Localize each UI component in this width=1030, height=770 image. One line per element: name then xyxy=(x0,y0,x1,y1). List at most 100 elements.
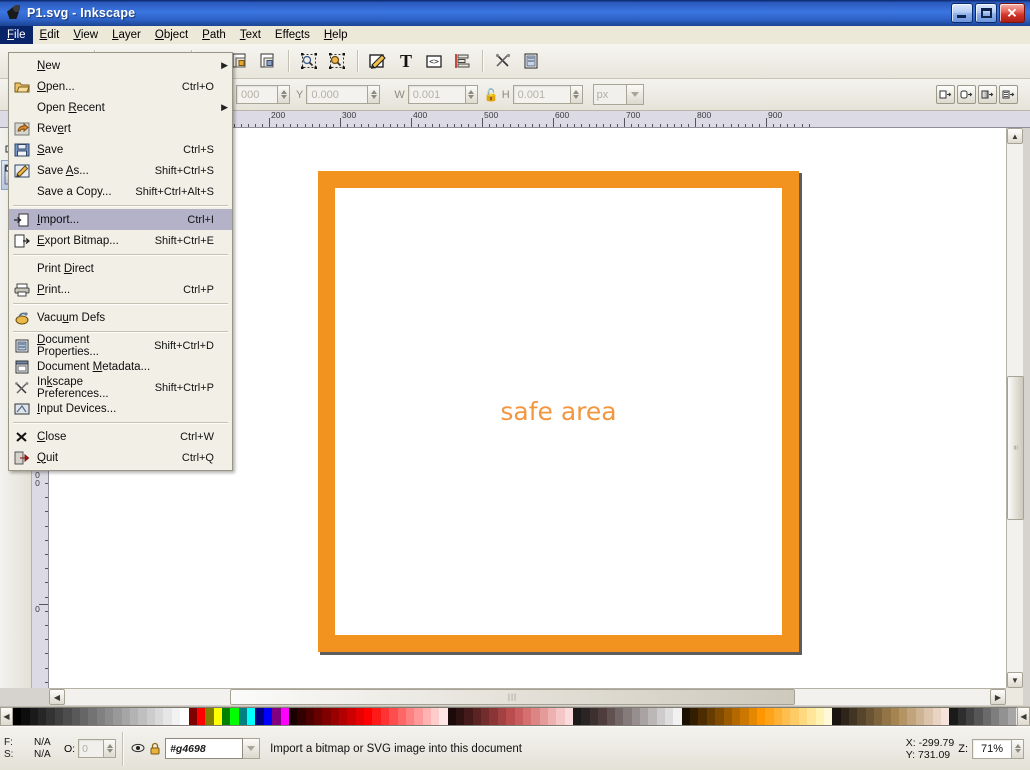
affect-corners-icon[interactable] xyxy=(957,85,976,104)
palette-swatch[interactable] xyxy=(657,708,665,725)
palette-swatch[interactable] xyxy=(515,708,523,725)
object-properties-icon[interactable] xyxy=(296,48,322,74)
w-spinner[interactable] xyxy=(466,85,478,104)
palette-swatch[interactable] xyxy=(790,708,798,725)
palette-swatch[interactable] xyxy=(983,708,991,725)
palette-swatch[interactable] xyxy=(180,708,188,725)
palette-swatch[interactable] xyxy=(991,708,999,725)
palette-swatch[interactable] xyxy=(882,708,890,725)
maximize-button[interactable] xyxy=(975,3,997,23)
palette-swatch[interactable] xyxy=(372,708,380,725)
palette-swatch[interactable] xyxy=(46,708,54,725)
file-menu-item-inkscape-preferences[interactable]: Inkscape Preferences...Shift+Ctrl+P xyxy=(9,377,232,398)
palette-swatch[interactable] xyxy=(590,708,598,725)
file-menu-item-input-devices[interactable]: Input Devices... xyxy=(9,398,232,419)
ungroup-icon[interactable] xyxy=(255,48,281,74)
palette-swatch[interactable] xyxy=(314,708,322,725)
menu-edit[interactable]: Edit xyxy=(33,26,67,44)
palette-swatch[interactable] xyxy=(498,708,506,725)
lock-aspect-icon[interactable]: 🔓 xyxy=(484,88,499,102)
x-input[interactable]: 000 xyxy=(236,85,278,104)
vertical-scroll-thumb[interactable]: ≡ xyxy=(1007,376,1024,520)
file-menu-item-close[interactable]: CloseCtrl+W xyxy=(9,426,232,447)
palette-swatch[interactable] xyxy=(347,708,355,725)
h-input[interactable]: 0.001 xyxy=(513,85,571,104)
safe-area-label[interactable]: safe area xyxy=(318,171,799,652)
palette-swatch[interactable] xyxy=(958,708,966,725)
xml-editor-pencil-icon[interactable] xyxy=(365,48,391,74)
opacity-spinner[interactable] xyxy=(104,739,116,758)
palette-swatch[interactable] xyxy=(1008,708,1016,725)
palette-swatch[interactable] xyxy=(765,708,773,725)
palette-swatch[interactable] xyxy=(255,708,263,725)
scroll-up-button[interactable]: ▲ xyxy=(1007,128,1023,144)
palette-swatch[interactable] xyxy=(105,708,113,725)
palette-swatch[interactable] xyxy=(289,708,297,725)
palette-swatch[interactable] xyxy=(398,708,406,725)
zoom-input[interactable]: 71% xyxy=(972,739,1012,759)
palette-swatch[interactable] xyxy=(523,708,531,725)
palette-swatch[interactable] xyxy=(698,708,706,725)
palette-swatch[interactable] xyxy=(88,708,96,725)
palette-swatch[interactable] xyxy=(849,708,857,725)
palette-swatch[interactable] xyxy=(749,708,757,725)
text-tool-icon[interactable]: T xyxy=(393,48,419,74)
palette-swatch[interactable] xyxy=(715,708,723,725)
palette-swatch[interactable] xyxy=(607,708,615,725)
close-button[interactable]: ✕ xyxy=(999,3,1025,23)
palette-swatch[interactable] xyxy=(548,708,556,725)
palette-swatch[interactable] xyxy=(807,708,815,725)
w-input[interactable]: 0.001 xyxy=(408,85,466,104)
palette-swatch[interactable] xyxy=(565,708,573,725)
palette-swatch[interactable] xyxy=(832,708,840,725)
palette-swatch[interactable] xyxy=(406,708,414,725)
palette-swatch[interactable] xyxy=(122,708,130,725)
palette-swatch[interactable] xyxy=(322,708,330,725)
palette-swatch[interactable] xyxy=(933,708,941,725)
palette-swatch[interactable] xyxy=(381,708,389,725)
file-menu-item-save-a-copy[interactable]: Save a Copy...Shift+Ctrl+Alt+S xyxy=(9,181,232,202)
x-spinner[interactable] xyxy=(278,85,290,104)
palette-swatch[interactable] xyxy=(264,708,272,725)
palette-swatch[interactable] xyxy=(581,708,589,725)
align-icon[interactable] xyxy=(449,48,475,74)
palette-swatch[interactable] xyxy=(130,708,138,725)
menu-path[interactable]: Path xyxy=(195,26,233,44)
scroll-left-button[interactable]: ◀ xyxy=(49,689,65,705)
horizontal-scroll-thumb[interactable]: ||| xyxy=(230,689,795,705)
menu-effects[interactable]: Effects xyxy=(268,26,317,44)
preferences-tools-icon[interactable] xyxy=(490,48,516,74)
file-menu-item-save-as[interactable]: Save As...Shift+Ctrl+S xyxy=(9,160,232,181)
palette-swatch[interactable] xyxy=(423,708,431,725)
menu-view[interactable]: View xyxy=(66,26,105,44)
palette-swatch[interactable] xyxy=(239,708,247,725)
palette-swatch[interactable] xyxy=(531,708,539,725)
affect-gradients-icon[interactable] xyxy=(978,85,997,104)
palette-swatch[interactable] xyxy=(774,708,782,725)
palette-swatch[interactable] xyxy=(272,708,280,725)
palette-swatch[interactable] xyxy=(866,708,874,725)
palette-swatch[interactable] xyxy=(949,708,957,725)
file-menu-item-new[interactable]: New▶ xyxy=(9,55,232,76)
palette-swatch[interactable] xyxy=(690,708,698,725)
palette-swatch[interactable] xyxy=(13,708,21,725)
palette-swatch[interactable] xyxy=(72,708,80,725)
palette-swatch[interactable] xyxy=(891,708,899,725)
palette-swatch[interactable] xyxy=(707,708,715,725)
file-menu-item-revert[interactable]: Revert xyxy=(9,118,232,139)
palette-swatch[interactable] xyxy=(281,708,289,725)
palette-swatch[interactable] xyxy=(364,708,372,725)
palette-swatch[interactable] xyxy=(197,708,205,725)
palette-swatch[interactable] xyxy=(757,708,765,725)
palette-swatch[interactable] xyxy=(30,708,38,725)
menu-help[interactable]: Help xyxy=(317,26,355,44)
palette-swatch[interactable] xyxy=(331,708,339,725)
xml-editor-icon[interactable]: <> xyxy=(421,48,447,74)
file-menu-item-save[interactable]: SaveCtrl+S xyxy=(9,139,232,160)
palette-swatch[interactable] xyxy=(214,708,222,725)
palette-swatch[interactable] xyxy=(21,708,29,725)
units-select-arrow[interactable] xyxy=(627,84,644,105)
palette-swatch[interactable] xyxy=(356,708,364,725)
palette-swatch[interactable] xyxy=(297,708,305,725)
palette-swatch[interactable] xyxy=(907,708,915,725)
